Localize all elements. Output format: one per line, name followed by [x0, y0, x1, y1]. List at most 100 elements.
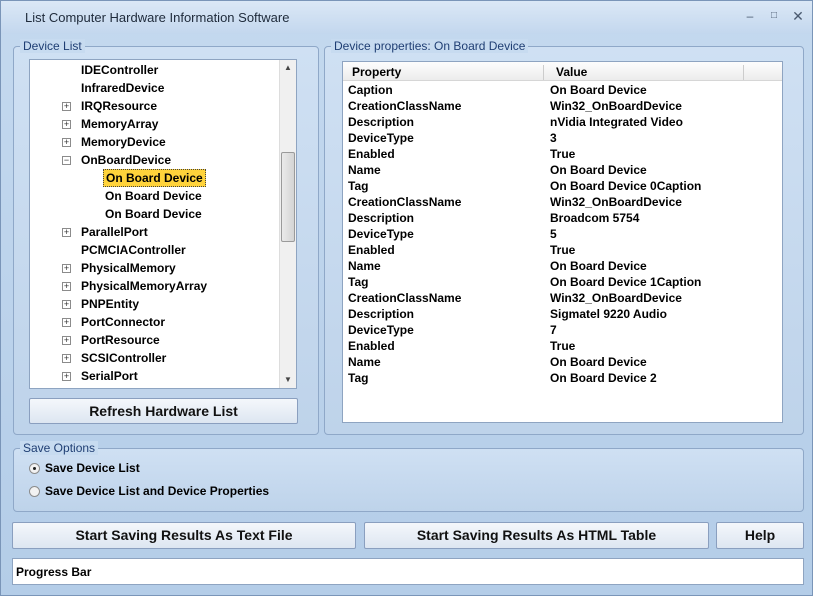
title-bar[interactable]: List Computer Hardware Information Softw… — [1, 1, 812, 34]
property-cell: Description — [348, 115, 415, 129]
tree-item-label: PhysicalMemory — [81, 261, 176, 275]
radio-button-icon[interactable] — [29, 463, 40, 474]
tree-item-label: InfraredDevice — [81, 81, 165, 95]
maximize-icon[interactable]: □ — [764, 7, 784, 25]
save-html-table-button[interactable]: Start Saving Results As HTML Table — [364, 522, 709, 549]
table-row[interactable]: Description Sigmatel 9220 Audio — [343, 306, 782, 322]
table-row[interactable]: Enabled True — [343, 338, 782, 354]
tree-scrollbar[interactable]: ▲ ▼ — [279, 60, 296, 388]
column-divider[interactable] — [543, 65, 544, 80]
table-row[interactable]: Enabled True — [343, 146, 782, 162]
header-value[interactable]: Value — [556, 65, 587, 79]
table-row[interactable]: CreationClassName Win32_OnBoardDevice — [343, 98, 782, 114]
table-row[interactable]: CreationClassName Win32_OnBoardDevice — [343, 194, 782, 210]
value-cell: Win32_OnBoardDevice — [550, 99, 682, 113]
tree-item-label: On Board Device — [105, 189, 202, 203]
tree-item[interactable]: + PortConnector — [30, 313, 280, 331]
tree-item[interactable]: + PhysicalMemory — [30, 259, 280, 277]
help-button[interactable]: Help — [716, 522, 804, 549]
value-cell: 7 — [550, 323, 557, 337]
tree-item[interactable]: − OnBoardDevice — [30, 151, 280, 169]
tree-item-label: PortConnector — [81, 315, 165, 329]
properties-table[interactable]: Property Value Caption On Board Device Cre… — [342, 61, 783, 423]
tree-item[interactable]: + SerialPort — [30, 367, 280, 385]
tree-item-label: SerialPortConfiguration — [79, 385, 218, 388]
table-row[interactable]: DeviceType 3 — [343, 130, 782, 146]
table-row[interactable]: Tag On Board Device 2 — [343, 370, 782, 386]
table-row[interactable]: DeviceType 7 — [343, 322, 782, 338]
property-cell: Tag — [348, 275, 369, 289]
property-cell: DeviceType — [348, 323, 414, 337]
table-row[interactable]: Description Broadcom 5754 — [343, 210, 782, 226]
table-row[interactable]: Name On Board Device — [343, 258, 782, 274]
tree-item[interactable]: InfraredDevice — [30, 79, 280, 97]
tree-item-label: On Board Device — [103, 169, 206, 187]
tree-item[interactable]: + MemoryArray — [30, 115, 280, 133]
tree-item[interactable]: + ParallelPort — [30, 223, 280, 241]
value-cell: On Board Device — [550, 355, 647, 369]
scroll-thumb[interactable] — [281, 152, 295, 242]
header-property[interactable]: Property — [352, 65, 401, 79]
table-row[interactable]: Enabled True — [343, 242, 782, 258]
tree-item[interactable]: +SerialPortConfiguration — [30, 385, 280, 388]
expand-icon[interactable]: + — [62, 372, 71, 381]
tree-child-item[interactable]: On Board Device — [30, 205, 280, 223]
app-window: List Computer Hardware Information Softw… — [0, 0, 813, 596]
scroll-up-icon[interactable]: ▲ — [280, 60, 296, 76]
table-row[interactable]: Description nVidia Integrated Video — [343, 114, 782, 130]
property-cell: Enabled — [348, 243, 395, 257]
tree-item[interactable]: + MemoryDevice — [30, 133, 280, 151]
table-row[interactable]: Caption On Board Device — [343, 82, 782, 98]
table-row[interactable]: Name On Board Device — [343, 162, 782, 178]
expand-icon[interactable]: + — [62, 300, 71, 309]
expand-icon[interactable]: + — [62, 228, 71, 237]
scroll-down-icon[interactable]: ▼ — [280, 372, 296, 388]
save-text-file-button[interactable]: Start Saving Results As Text File — [12, 522, 356, 549]
expand-icon[interactable]: + — [62, 102, 71, 111]
tree-item[interactable]: PCMCIAController — [30, 241, 280, 259]
collapse-icon[interactable]: − — [62, 156, 71, 165]
progress-bar: Progress Bar — [12, 558, 804, 585]
table-row[interactable]: DeviceType 5 — [343, 226, 782, 242]
expand-icon[interactable]: + — [62, 318, 71, 327]
tree-child-item[interactable]: On Board Device — [30, 187, 280, 205]
expand-icon[interactable]: + — [62, 336, 71, 345]
window-title: List Computer Hardware Information Softw… — [25, 10, 290, 25]
tree-item-label: PortResource — [81, 333, 160, 347]
radio-label: Save Device List — [45, 461, 140, 475]
radio-button-icon[interactable] — [29, 486, 40, 497]
tree-item[interactable]: + PhysicalMemoryArray — [30, 277, 280, 295]
value-cell: True — [550, 243, 576, 257]
tree-item[interactable]: + PortResource — [30, 331, 280, 349]
minimize-icon[interactable]: – — [740, 7, 760, 25]
tree-child-item[interactable]: On Board Device — [30, 169, 280, 187]
tree-item[interactable]: + PNPEntity — [30, 295, 280, 313]
table-row[interactable]: CreationClassName Win32_OnBoardDevice — [343, 290, 782, 306]
value-cell: On Board Device 0Caption — [550, 179, 702, 193]
expand-icon[interactable]: + — [62, 354, 71, 363]
expand-icon[interactable]: + — [62, 120, 71, 129]
value-cell: nVidia Integrated Video — [550, 115, 683, 129]
column-divider[interactable] — [743, 65, 744, 80]
tree-item[interactable]: + IRQResource — [30, 97, 280, 115]
tree-item-label: IDEController — [81, 63, 159, 77]
value-cell: Win32_OnBoardDevice — [550, 291, 682, 305]
table-row[interactable]: Name On Board Device — [343, 354, 782, 370]
expand-icon[interactable]: + — [62, 264, 71, 273]
value-cell: On Board Device — [550, 163, 647, 177]
tree-item[interactable]: IDEController — [30, 61, 280, 79]
table-row[interactable]: Tag On Board Device 0Caption — [343, 178, 782, 194]
value-cell: 5 — [550, 227, 557, 241]
tree-item[interactable]: + SCSIController — [30, 349, 280, 367]
property-cell: CreationClassName — [348, 195, 462, 209]
device-list-label: Device List — [20, 39, 85, 53]
device-tree[interactable]: IDEController InfraredDevice + IRQResource +… — [29, 59, 297, 389]
refresh-hardware-button[interactable]: Refresh Hardware List — [29, 398, 298, 424]
save-options-label: Save Options — [20, 441, 99, 455]
close-icon[interactable]: ✕ — [788, 7, 808, 25]
property-cell: Description — [348, 211, 415, 225]
expand-icon[interactable]: + — [62, 282, 71, 291]
table-row[interactable]: Tag On Board Device 1Caption — [343, 274, 782, 290]
tree-item-label: SCSIController — [81, 351, 167, 365]
expand-icon[interactable]: + — [62, 138, 71, 147]
